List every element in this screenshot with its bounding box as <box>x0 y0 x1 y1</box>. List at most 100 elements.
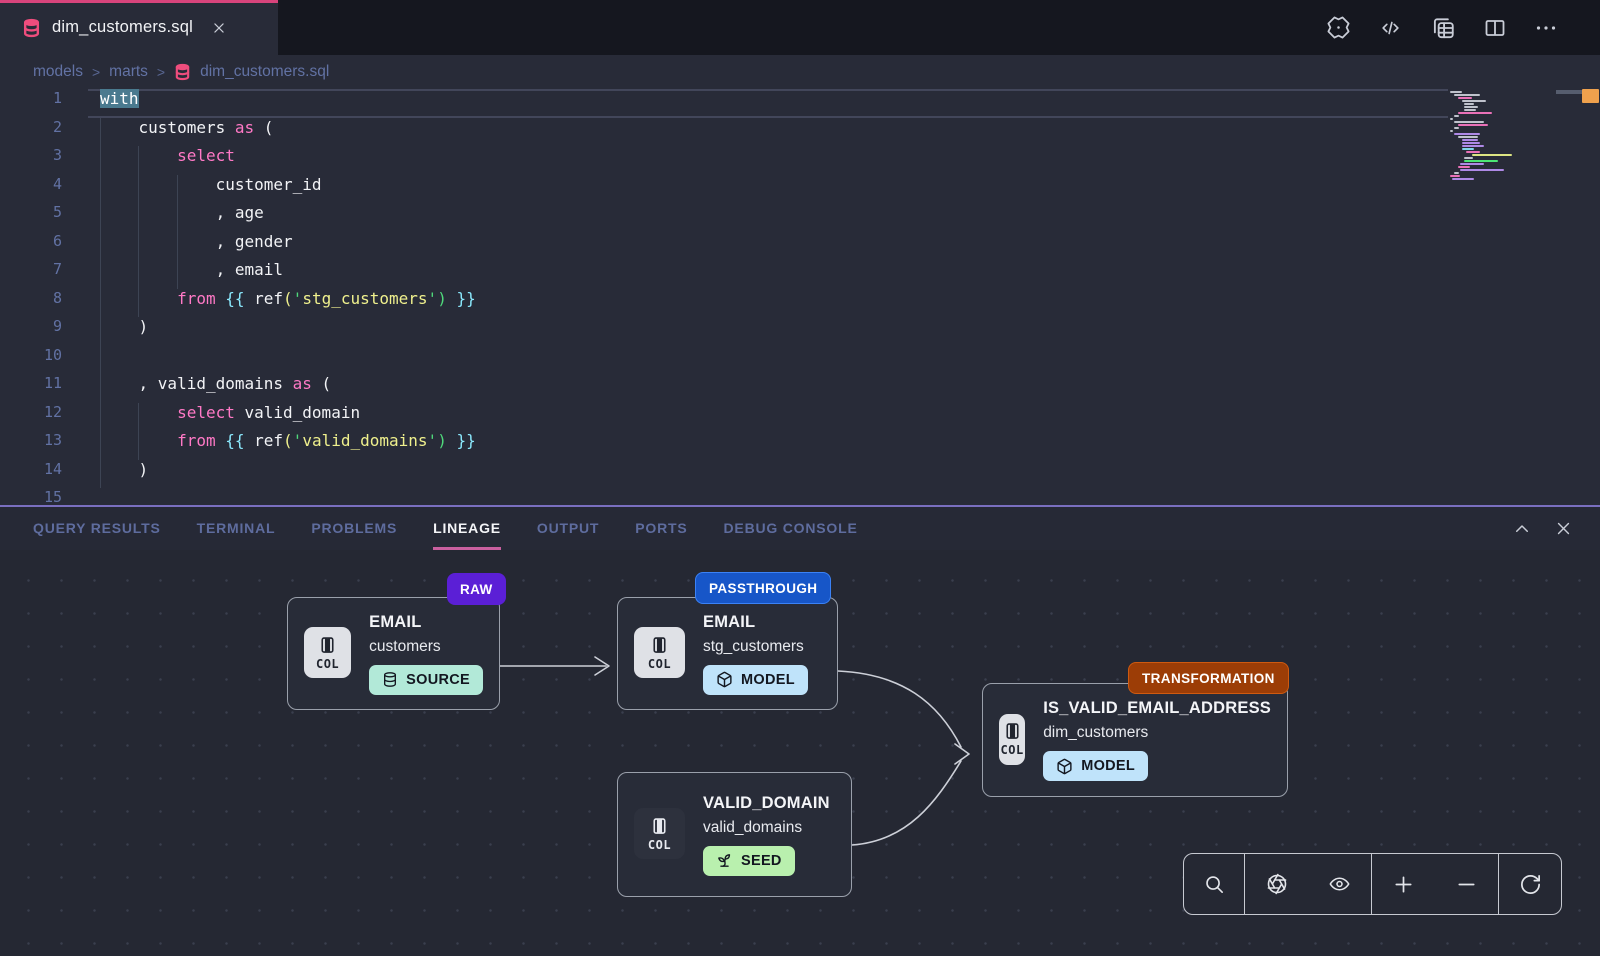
node-title: EMAIL <box>703 613 808 632</box>
titlebar: dim_customers.sql <box>0 0 1600 55</box>
panel-tab-problems[interactable]: PROBLEMS <box>311 507 397 550</box>
code-line <box>100 488 476 505</box>
zoom-out-icon[interactable] <box>1435 854 1498 914</box>
tab-title: dim_customers.sql <box>52 18 193 37</box>
breadcrumb: models > marts > dim_customers.sql <box>0 55 1600 89</box>
line-number: 12 <box>0 403 62 432</box>
search-icon[interactable] <box>1184 854 1244 914</box>
aperture-icon[interactable] <box>1245 854 1308 914</box>
node-subtitle: dim_customers <box>1043 724 1271 742</box>
editor-tab-dim-customers[interactable]: dim_customers.sql <box>0 0 278 55</box>
close-panel-icon[interactable] <box>1555 520 1572 537</box>
lineage-node-valid-domains[interactable]: COL VALID_DOMAIN valid_domains SEED <box>617 772 852 897</box>
lineage-canvas[interactable]: RAW COL EMAIL customers SOURCE PASSTHROU… <box>0 550 1600 956</box>
badge-passthrough: PASSTHROUGH <box>695 572 831 604</box>
code-line: select <box>100 146 476 175</box>
badge-raw: RAW <box>447 573 506 605</box>
line-number: 6 <box>0 232 62 261</box>
split-editor-icon[interactable] <box>1483 16 1507 40</box>
database-icon <box>382 671 398 688</box>
lineage-node-dim-customers[interactable]: COL IS_VALID_EMAIL_ADDRESS dim_customers… <box>982 683 1288 797</box>
collapse-panel-icon[interactable] <box>1513 520 1531 538</box>
copy-table-icon[interactable] <box>1430 15 1456 41</box>
columns-icon <box>649 635 670 656</box>
close-tab-icon[interactable] <box>212 21 226 35</box>
line-number: 7 <box>0 260 62 289</box>
breadcrumb-separator: > <box>157 64 165 80</box>
code-line: , age <box>100 203 476 232</box>
columns-icon <box>317 635 338 656</box>
panel-actions <box>1513 507 1600 550</box>
model-badge: MODEL <box>703 665 808 695</box>
panel-tab-query-results[interactable]: QUERY RESULTS <box>33 507 161 550</box>
node-subtitle: customers <box>369 638 483 656</box>
model-badge: MODEL <box>1043 751 1148 781</box>
code-line: , email <box>100 260 476 289</box>
breadcrumb-item-models[interactable]: models <box>33 63 83 81</box>
column-chip: COL <box>999 714 1025 765</box>
line-number: 14 <box>0 460 62 489</box>
node-title: IS_VALID_EMAIL_ADDRESS <box>1043 699 1271 718</box>
code-line: customer_id <box>100 175 476 204</box>
panel-tab-lineage[interactable]: LINEAGE <box>433 507 501 550</box>
column-chip: COL <box>304 627 351 678</box>
scrollbar-shadow <box>1556 90 1582 94</box>
minimap-marker[interactable] <box>1582 89 1599 103</box>
seed-badge: SEED <box>703 846 795 876</box>
code-line: , valid_domains as ( <box>100 374 476 403</box>
breadcrumb-item-marts[interactable]: marts <box>109 63 148 81</box>
code-line <box>100 346 476 375</box>
code-line: customers as ( <box>100 118 476 147</box>
breadcrumb-separator: > <box>92 64 100 80</box>
line-numbers: 123456789101112131415 <box>0 89 62 505</box>
line-number: 10 <box>0 346 62 375</box>
panel-tab-terminal[interactable]: TERMINAL <box>197 507 276 550</box>
line-number: 4 <box>0 175 62 204</box>
line-number: 15 <box>0 488 62 505</box>
database-icon <box>22 18 41 38</box>
lineage-node-customers-email[interactable]: COL EMAIL customers SOURCE <box>287 597 500 710</box>
code-icon[interactable] <box>1378 17 1403 39</box>
code-editor[interactable]: 123456789101112131415 with customers as … <box>0 89 1600 505</box>
database-icon <box>174 63 191 81</box>
columns-icon <box>1002 721 1023 742</box>
line-number: 9 <box>0 317 62 346</box>
code-line: from {{ ref('valid_domains') }} <box>100 431 476 460</box>
panel-tabs: QUERY RESULTS TERMINAL PROBLEMS LINEAGE OUTP… <box>0 507 1600 550</box>
line-number: 1 <box>0 89 62 118</box>
breadcrumb-item-file[interactable]: dim_customers.sql <box>200 63 329 81</box>
column-chip: COL <box>634 808 685 859</box>
node-title: VALID_DOMAIN <box>703 794 830 813</box>
node-subtitle: stg_customers <box>703 638 808 656</box>
eye-icon[interactable] <box>1308 854 1371 914</box>
line-number: 3 <box>0 146 62 175</box>
zoom-in-icon[interactable] <box>1372 854 1435 914</box>
line-number: 8 <box>0 289 62 318</box>
panel-tab-output[interactable]: OUTPUT <box>537 507 599 550</box>
node-title: EMAIL <box>369 613 483 632</box>
lineage-node-stg-customers-email[interactable]: COL EMAIL stg_customers MODEL <box>617 597 838 710</box>
dbt-logo-icon[interactable] <box>1326 15 1351 40</box>
code-line: from {{ ref('stg_customers') }} <box>100 289 476 318</box>
cube-icon <box>716 671 733 688</box>
code-lines: with customers as ( select customer_id ,… <box>100 89 476 505</box>
code-line: ) <box>100 317 476 346</box>
sprout-icon <box>716 852 733 869</box>
panel-tab-ports[interactable]: PORTS <box>635 507 687 550</box>
panel-tab-debug-console[interactable]: DEBUG CONSOLE <box>724 507 858 550</box>
source-badge: SOURCE <box>369 665 483 695</box>
refresh-icon[interactable] <box>1499 854 1561 914</box>
bottom-panel: QUERY RESULTS TERMINAL PROBLEMS LINEAGE OUTP… <box>0 505 1600 956</box>
app-window: dim_customers.sql models > <box>0 0 1600 956</box>
node-subtitle: valid_domains <box>703 819 830 837</box>
columns-icon <box>649 816 670 837</box>
column-chip: COL <box>634 627 685 678</box>
line-number: 5 <box>0 203 62 232</box>
more-icon[interactable] <box>1534 16 1558 40</box>
code-line: select valid_domain <box>100 403 476 432</box>
minimap[interactable] <box>1450 91 1546 181</box>
code-line: , gender <box>100 232 476 261</box>
cube-icon <box>1056 758 1073 775</box>
line-number: 13 <box>0 431 62 460</box>
code-line: with <box>100 89 476 118</box>
